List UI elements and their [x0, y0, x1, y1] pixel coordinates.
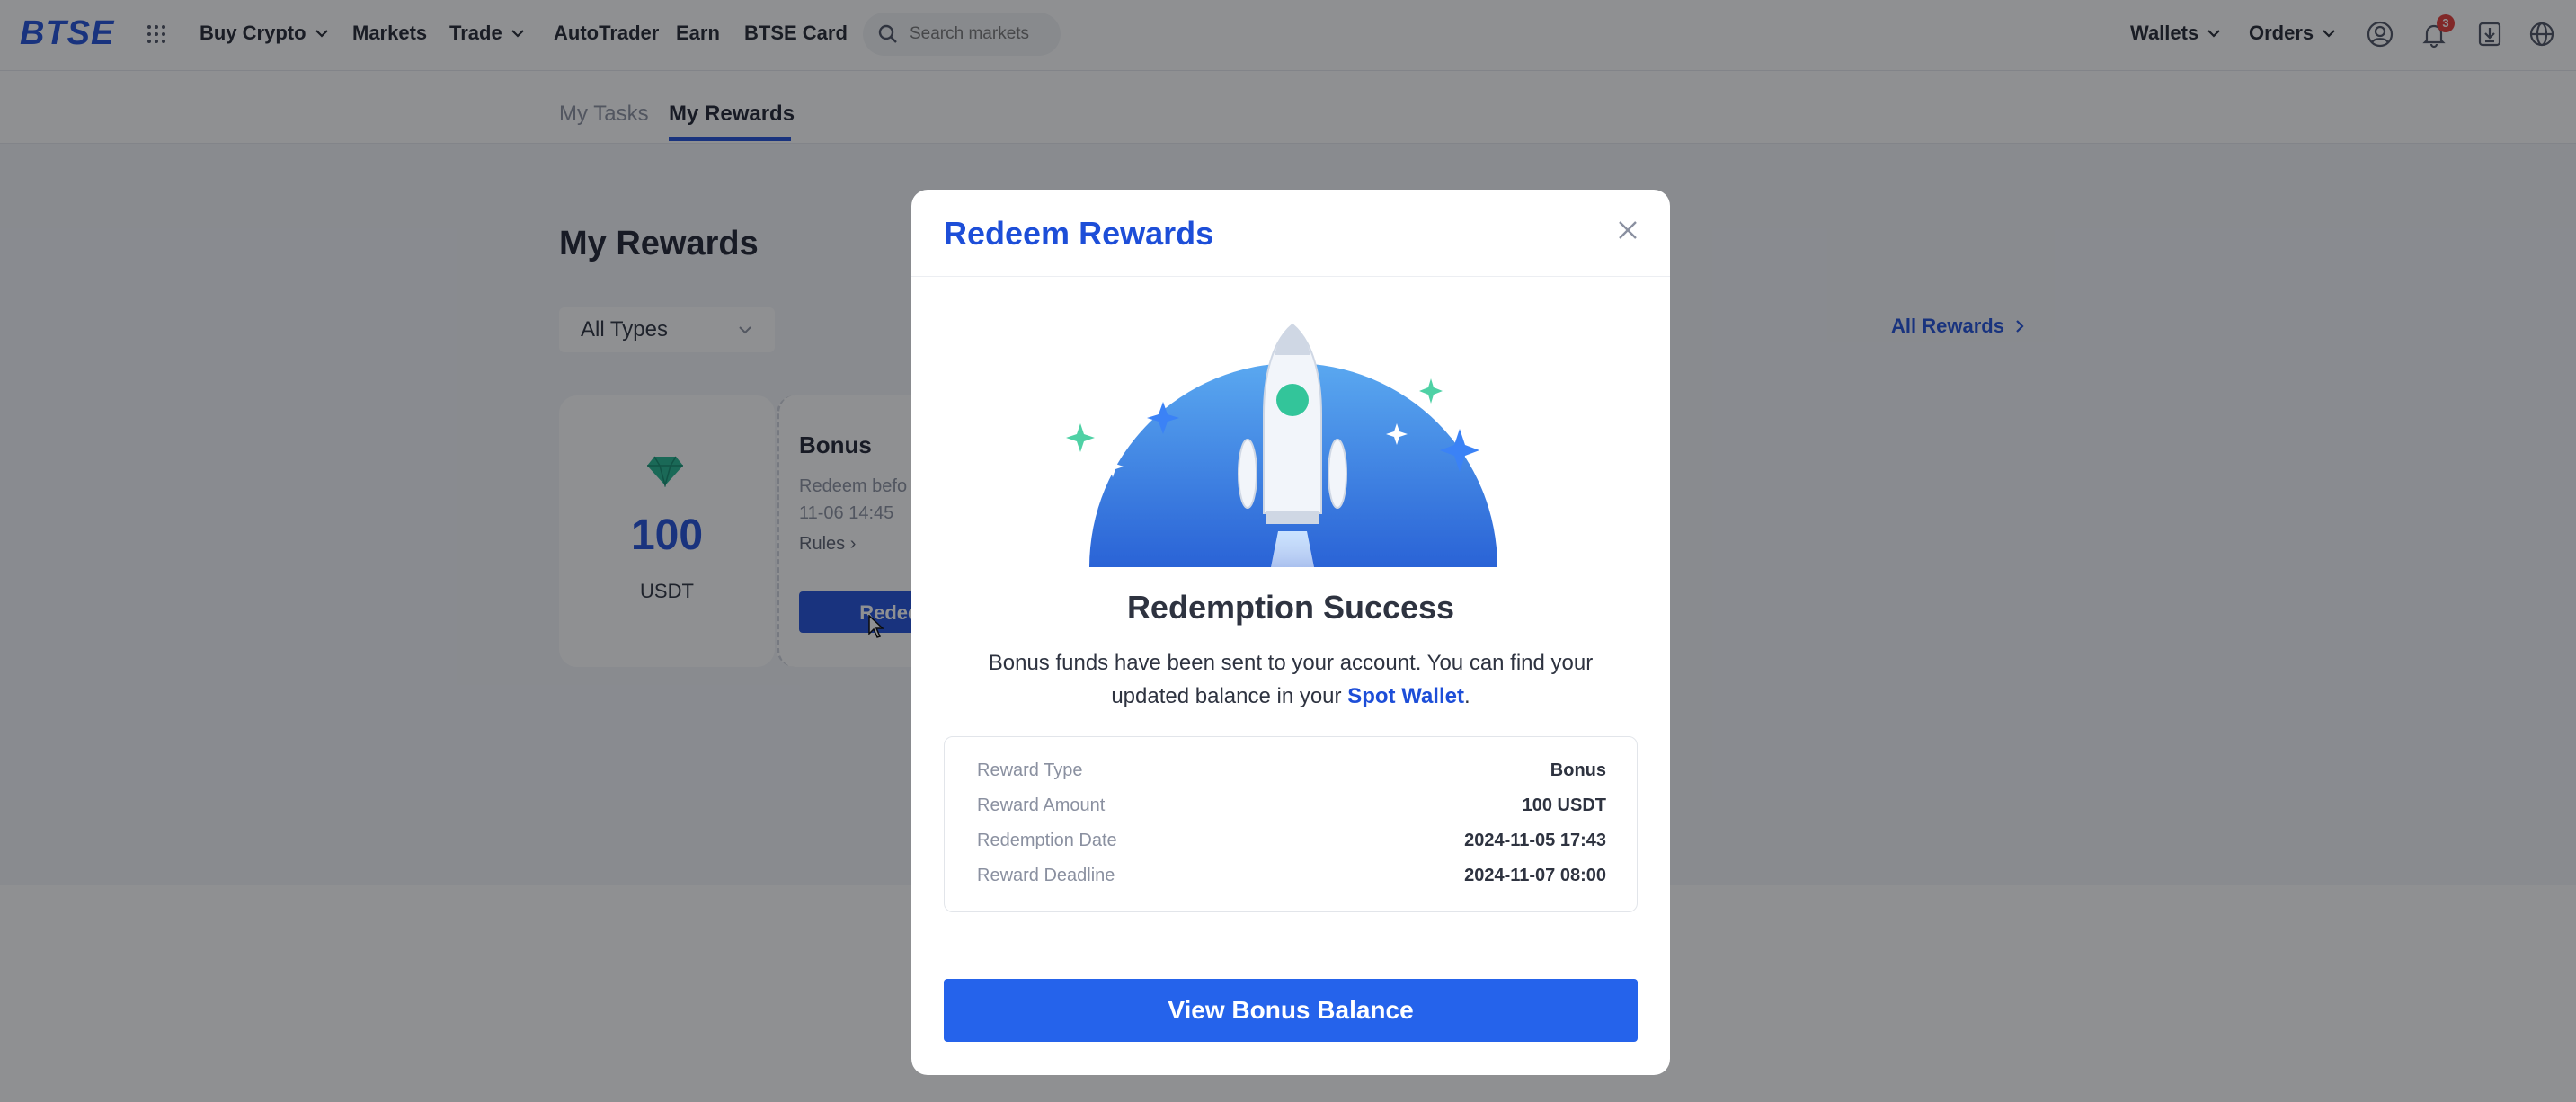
- detail-row-redemption-date: Redemption Date 2024-11-05 17:43: [977, 831, 1606, 858]
- modal-title: Redeem Rewards: [944, 215, 1214, 252]
- detail-label: Reward Deadline: [977, 866, 1115, 885]
- detail-row-reward-deadline: Reward Deadline 2024-11-07 08:00: [977, 866, 1606, 893]
- success-message-text: Bonus funds have been sent to your accou…: [988, 651, 1594, 708]
- success-message-suffix: .: [1463, 684, 1470, 708]
- reward-details-box: Reward Type Bonus Reward Amount 100 USDT…: [944, 736, 1638, 912]
- success-title: Redemption Success: [1126, 589, 1455, 626]
- close-icon[interactable]: [1614, 217, 1641, 244]
- detail-label: Reward Type: [977, 760, 1083, 780]
- view-bonus-balance-button[interactable]: View Bonus Balance: [944, 979, 1638, 1042]
- detail-value: 100 USDT: [1522, 795, 1606, 815]
- spot-wallet-link[interactable]: Spot Wallet: [1347, 684, 1464, 708]
- detail-row-reward-amount: Reward Amount 100 USDT: [977, 795, 1606, 822]
- detail-value: Bonus: [1550, 760, 1606, 780]
- modal-header: Redeem Rewards: [911, 190, 1670, 277]
- redeem-rewards-modal: Redeem Rewards Redemption Success Bonus …: [911, 190, 1670, 1075]
- detail-value: 2024-11-05 17:43: [1464, 831, 1606, 850]
- detail-label: Reward Amount: [977, 795, 1106, 815]
- rocket-illustration: [1066, 323, 1497, 567]
- detail-label: Redemption Date: [977, 831, 1117, 850]
- detail-row-reward-type: Reward Type Bonus: [977, 760, 1606, 787]
- success-message: Bonus funds have been sent to your accou…: [965, 646, 1616, 713]
- detail-value: 2024-11-07 08:00: [1464, 866, 1606, 885]
